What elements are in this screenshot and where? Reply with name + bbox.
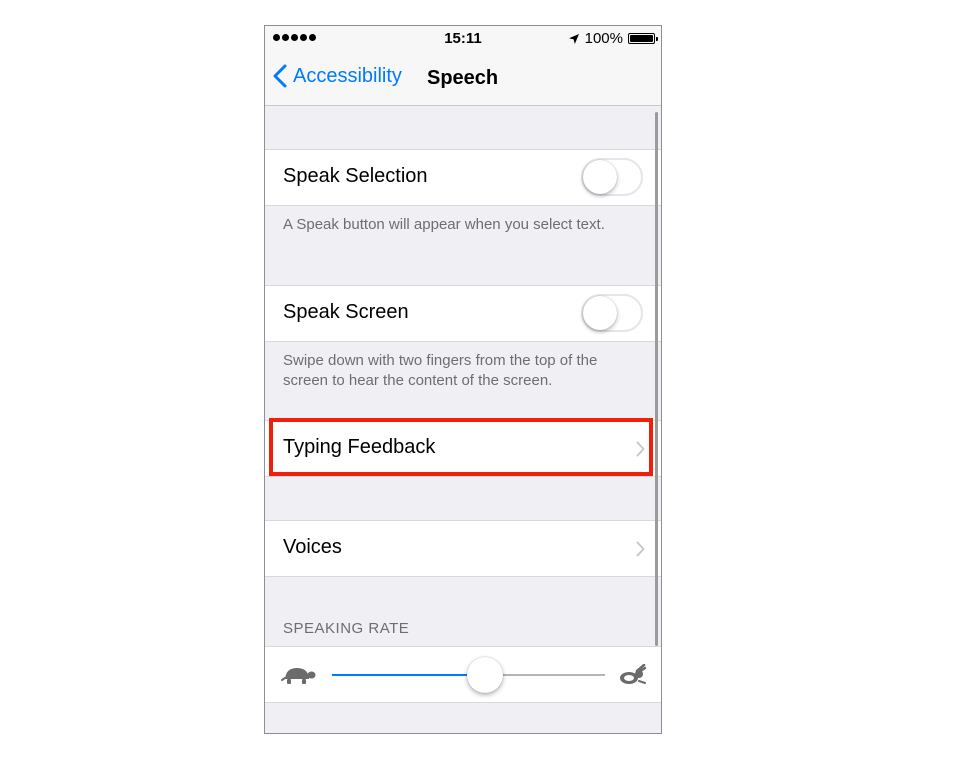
- voices-row[interactable]: Voices: [265, 520, 661, 577]
- speak-screen-footnote: Swipe down with two fingers from the top…: [283, 352, 598, 389]
- navigation-bar: 15:11 100% Accessibility Speech: [265, 26, 661, 106]
- slider-track-filled: [332, 674, 485, 676]
- battery-percent: 100%: [584, 30, 623, 47]
- location-arrow-icon: [568, 33, 579, 44]
- status-bar: 15:11 100%: [265, 26, 661, 50]
- phone-screen: 15:11 100% Accessibility Speech Speak Se…: [264, 25, 662, 734]
- speak-selection-footnote: A Speak button will appear when you sele…: [283, 216, 605, 233]
- chevron-left-icon: [273, 64, 287, 88]
- scrollbar[interactable]: [655, 112, 658, 646]
- speak-selection-row: Speak Selection: [265, 149, 661, 206]
- speak-screen-toggle[interactable]: [581, 294, 643, 332]
- page-title: Speech: [427, 67, 499, 89]
- battery-icon: [628, 33, 658, 44]
- toggle-knob: [583, 296, 617, 330]
- speak-screen-row: Speak Screen: [265, 285, 661, 342]
- toggle-knob: [583, 160, 617, 194]
- hare-icon: [620, 664, 646, 684]
- back-label: Accessibility: [293, 64, 402, 87]
- back-button[interactable]: Accessibility: [273, 64, 402, 88]
- typing-feedback-label: Typing Feedback: [283, 436, 436, 458]
- speaking-rate-row: [265, 646, 661, 703]
- turtle-icon: [281, 668, 316, 684]
- slider-track-empty: [484, 674, 605, 676]
- chevron-right-icon: [636, 541, 645, 557]
- voices-label: Voices: [283, 536, 342, 558]
- speak-selection-label: Speak Selection: [283, 165, 428, 187]
- status-right: 100%: [568, 30, 658, 47]
- speaking-rate-slider-thumb[interactable]: [466, 657, 503, 693]
- speaking-rate-header: SPEAKING RATE: [283, 620, 410, 637]
- speak-selection-toggle[interactable]: [581, 158, 643, 196]
- speak-screen-label: Speak Screen: [283, 301, 409, 323]
- typing-feedback-row[interactable]: Typing Feedback: [265, 420, 661, 477]
- chevron-right-icon: [636, 441, 645, 457]
